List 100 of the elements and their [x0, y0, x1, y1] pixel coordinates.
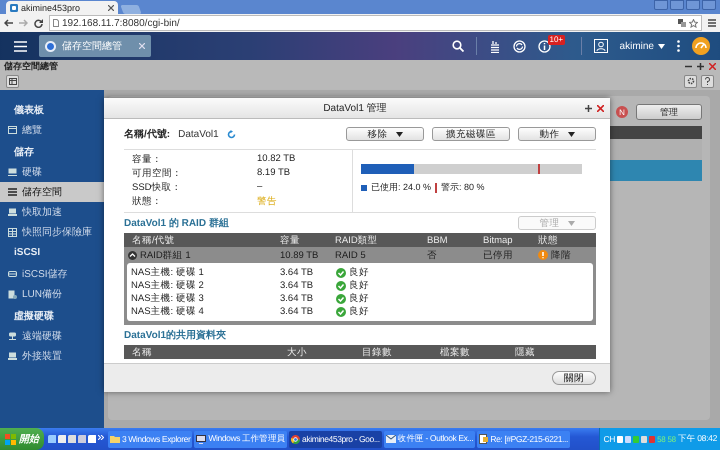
legend-swatch [435, 182, 438, 192]
info-label: SSD快取： [132, 181, 183, 195]
menu-icon[interactable] [708, 19, 716, 27]
sidebar-heading: 儀表板 [12, 104, 45, 118]
table-cell-text: NAS主機: 硬碟 4 [131, 305, 205, 318]
sidebar-heading: iSCSI [13, 246, 42, 260]
site-icon [10, 4, 18, 12]
check-icon [336, 268, 346, 278]
mail-icon [386, 435, 396, 443]
notification-badge: 10+ [548, 34, 566, 44]
taskbar-button[interactable]: 3 Windows Explorer [108, 430, 192, 448]
drive-icon[interactable] [8, 352, 17, 360]
browser-tab[interactable]: akimine453pro [6, 1, 118, 14]
drive-icon[interactable] [8, 332, 17, 340]
sidebar-item[interactable]: 遠端硬碟 [0, 326, 104, 346]
window-icon[interactable] [8, 126, 17, 134]
maximize-icon[interactable] [697, 62, 704, 70]
page-icon [53, 19, 59, 27]
info-icon[interactable] [538, 40, 551, 52]
reload-icon[interactable] [34, 18, 43, 28]
taskbar-button[interactable]: akimine453pro - Goo... [289, 430, 382, 448]
table-cell-text: 3.64 TB [280, 293, 314, 304]
refresh-icon[interactable] [226, 130, 236, 138]
settings-button[interactable] [684, 74, 697, 88]
sidebar-item[interactable]: 總覽 [0, 120, 104, 140]
caret-icon [658, 44, 665, 48]
sidebar-heading: 虛擬硬碟 [13, 310, 55, 324]
list-icon[interactable] [8, 188, 17, 196]
check-icon [336, 294, 346, 304]
browser-logo-icon [291, 434, 300, 444]
name-label: 名稱/代號: [124, 128, 170, 141]
help-button[interactable] [701, 74, 714, 88]
more-icon[interactable] [677, 40, 680, 52]
section-title: DataVol1的共用資料夾 [124, 328, 226, 342]
disk-backup-icon[interactable] [8, 290, 17, 298]
sidebar-item[interactable]: 快照同步保險庫 [0, 222, 104, 242]
search-icon[interactable] [452, 40, 464, 52]
app-tab[interactable]: 儲存空間總管 [39, 35, 151, 57]
table-cell-text: 否 [427, 248, 438, 262]
sidebar-item[interactable]: 外接裝置 [0, 346, 104, 366]
table-cell: 良好 [349, 292, 369, 305]
help-icon [705, 77, 710, 85]
column-header: 檔案數 [440, 346, 471, 358]
table-cell-text: 3.64 TB [280, 306, 314, 317]
sidebar-item[interactable]: 硬碟 [0, 162, 104, 182]
translate-icon[interactable] [678, 19, 686, 27]
stack-icon[interactable] [488, 40, 501, 52]
maximize-icon[interactable] [585, 104, 592, 112]
action-button[interactable]: 擴充磁碟區 [432, 127, 510, 141]
column-header: 大小 [287, 346, 308, 358]
more-icon[interactable] [98, 435, 104, 440]
clock: 下午 08:42 [678, 433, 717, 445]
tray-number: 58 [657, 434, 666, 444]
app-icon [45, 40, 56, 52]
taskbar-button[interactable]: Windows 工作管理員 [194, 430, 288, 448]
sidebar-item[interactable]: LUN備份 [0, 284, 104, 304]
table-cell-text: RAID 5 [335, 250, 367, 260]
warning-icon [538, 250, 548, 260]
close-icon[interactable] [597, 104, 604, 112]
grid-icon[interactable] [8, 228, 17, 236]
column-header: Bitmap [483, 234, 514, 246]
star-icon[interactable] [689, 18, 698, 28]
table-cell-text: 3.64 TB [280, 280, 314, 291]
sidebar-heading: 儲存 [12, 146, 35, 160]
close-button[interactable]: 關閉 [552, 371, 596, 385]
info-label: 可用空間： [132, 167, 183, 181]
start-button[interactable]: 開始 [0, 428, 44, 450]
taskbar-button[interactable]: Re: [#PGZ-215-6221... [477, 430, 570, 448]
action-button[interactable]: 動作 [518, 127, 596, 141]
status-badge: N [616, 106, 628, 118]
drive-icon[interactable] [8, 208, 17, 216]
user-icon[interactable] [594, 39, 608, 53]
action-button[interactable]: 移除 [346, 127, 424, 141]
legend-swatch [361, 184, 367, 190]
sidebar-item[interactable]: 儲存空間 [0, 182, 104, 202]
column-header: 容量 [280, 234, 301, 246]
column-header: 隱藏 [515, 346, 536, 358]
drive-icon[interactable] [8, 168, 17, 176]
check-icon [336, 280, 346, 290]
table-cell-text: NAS主機: 硬碟 1 [131, 266, 205, 279]
address-field[interactable]: 192.168.11.7:8080/cgi-bin/ [49, 15, 702, 31]
close-icon[interactable] [709, 62, 716, 70]
drive-icon[interactable] [8, 270, 17, 278]
table-cell-text: NAS主機: 硬碟 3 [131, 292, 205, 305]
user-name[interactable]: akimine [620, 40, 654, 52]
manage-button[interactable]: 管理 [636, 104, 702, 120]
back-icon[interactable] [4, 19, 13, 27]
column-header: RAID類型 [335, 234, 379, 246]
collapse-icon[interactable] [128, 250, 137, 260]
table-cell: 良好 [349, 305, 369, 318]
close-icon[interactable] [108, 4, 114, 10]
sidebar-item[interactable]: 快取加速 [0, 202, 104, 222]
column-header: 名稱/代號 [132, 234, 176, 246]
column-header: BBM [427, 234, 449, 246]
taskbar-button[interactable]: 收件匣 - Outlook Ex... [384, 430, 476, 448]
sidebar-item[interactable]: iSCSI儲存 [0, 264, 104, 284]
gauge-icon[interactable] [692, 37, 710, 55]
layout-button[interactable] [6, 74, 19, 88]
sync-icon[interactable] [512, 40, 526, 52]
raid-group-row[interactable]: RAID群組 1 10.89 TB RAID 5 否 已停用 降階 [124, 247, 596, 263]
